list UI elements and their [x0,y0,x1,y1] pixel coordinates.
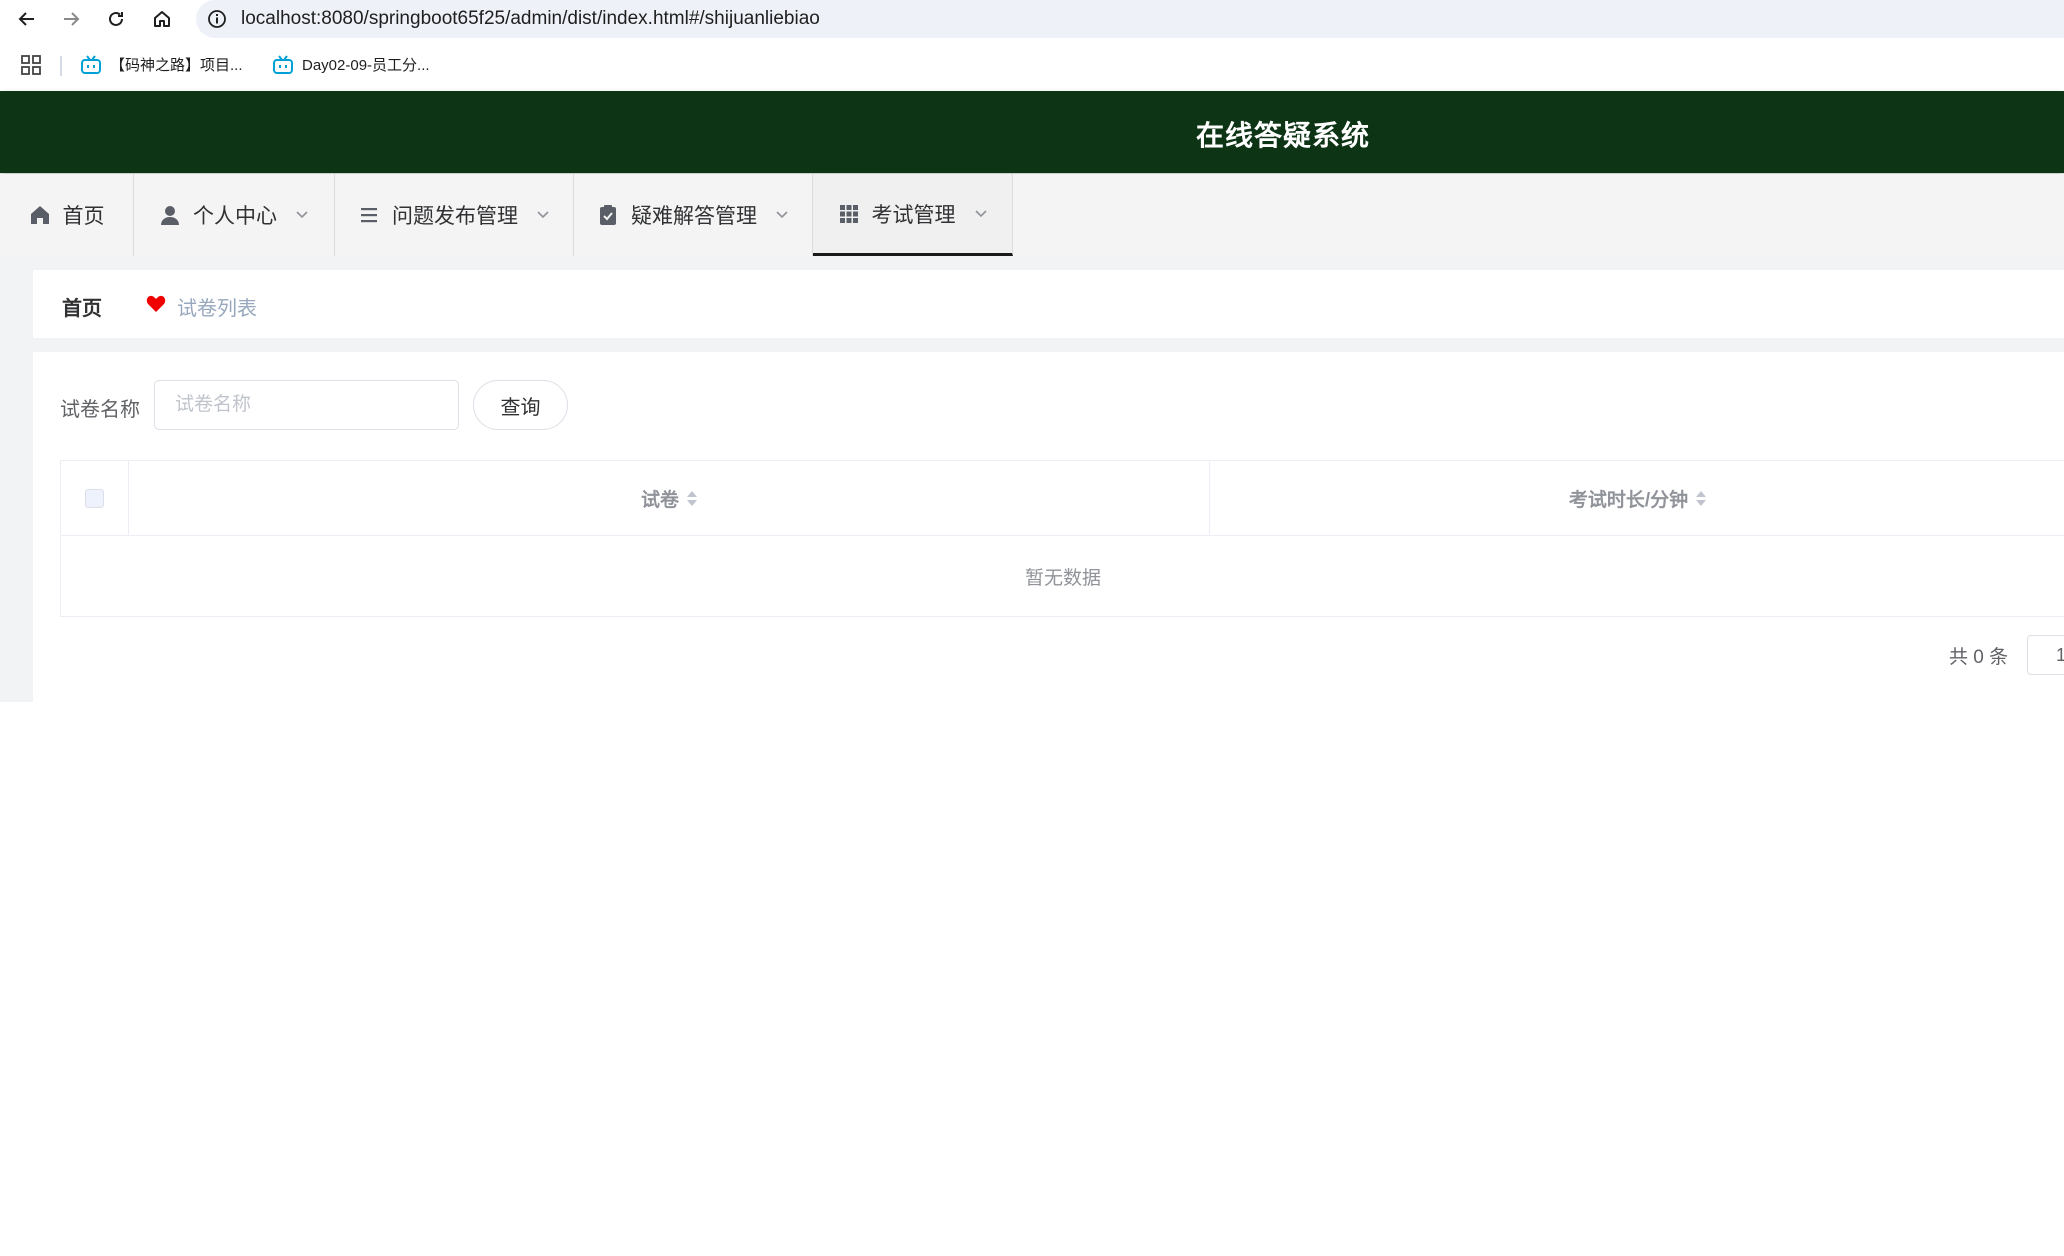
url-text[interactable]: localhost:8080/springboot65f25/admin/dis… [241,8,820,30]
table-empty-text: 暂无数据 [1024,567,1101,589]
select-all-checkbox[interactable] [85,489,104,508]
chevron-down-icon [974,209,987,217]
breadcrumb-current: 试卷列表 [177,298,257,320]
bilibili-icon [273,54,293,74]
exam-table: 试卷 考试时长/分钟 暂无数据 [60,460,2064,617]
chevron-down-icon [537,211,549,219]
grid-icon [839,204,858,223]
heart-icon [146,295,166,318]
column-header-label: 试卷 [640,490,679,511]
menu-item-personal-center[interactable]: 个人中心 [134,174,335,256]
column-header-duration[interactable]: 考试时长/分钟 [1210,461,2064,536]
menu-item-label: 个人中心 [193,205,277,228]
reload-icon [109,11,123,26]
apps-button[interactable] [20,54,42,81]
pagination-total: 共 0 条 [1949,647,2009,668]
arrow-right-icon [64,12,80,26]
pagination-page-input[interactable]: 1 [2027,635,2064,675]
exam-list-panel: 试卷名称 查询 试卷 考试时长/分钟 暂无数据 [33,352,2064,702]
menu-item-home[interactable]: 首页 [0,174,134,256]
select-all-cell [61,461,129,536]
exam-name-search-input[interactable] [154,380,459,430]
menu-item-label: 考试管理 [871,203,956,227]
chevron-down-icon [296,211,308,219]
reload-button[interactable] [101,4,131,34]
bookmarks-divider [60,56,62,76]
clipboard-check-icon [600,205,616,225]
home-icon [154,11,170,27]
menu-item-label: 问题发布管理 [392,205,518,228]
column-header-exam[interactable]: 试卷 [129,461,1210,536]
sort-icon[interactable] [1696,491,1707,506]
menu-item-label: 首页 [62,205,105,228]
bookmark-item[interactable]: 【码神之路】项目... [80,54,243,75]
apps-grid-icon [21,55,41,75]
app-header: 在线答疑系统 [0,91,2064,173]
site-info-button[interactable] [203,5,231,33]
home-button[interactable] [147,4,177,34]
menu-item-question-publish[interactable]: 问题发布管理 [335,174,574,256]
home-icon [30,206,49,224]
bilibili-icon [81,54,101,74]
user-icon [161,206,179,225]
arrow-left-icon [18,12,34,26]
column-header-label: 考试时长/分钟 [1568,490,1689,511]
menu-item-label: 疑难解答管理 [631,205,757,228]
breadcrumb: 首页 试卷列表 [33,270,2064,338]
back-button[interactable] [12,4,42,34]
table-header: 试卷 考试时长/分钟 [61,461,2064,536]
chevron-down-icon [776,211,788,219]
search-button[interactable]: 查询 [473,380,568,430]
menu-item-exam-management[interactable]: 考试管理 [813,174,1013,256]
sort-icon[interactable] [687,491,697,506]
search-label: 试卷名称 [60,399,140,421]
browser-toolbar: localhost:8080/springboot65f25/admin/dis… [0,0,2064,38]
forward-button[interactable] [56,4,86,34]
bookmarks-bar: 【码神之路】项目... Day02-09-员工分... [0,48,2064,84]
bookmark-item[interactable]: Day02-09-员工分... [272,54,430,75]
list-icon [361,208,377,223]
top-menu: 首页 个人中心 问题发布管理 疑难解答管理 考试管理 [0,174,2064,256]
breadcrumb-home[interactable]: 首页 [62,292,102,321]
bookmark-label: 【码神之路】项目... [110,57,243,74]
app-title: 在线答疑系统 [1196,120,1371,151]
bookmark-label: Day02-09-员工分... [302,57,430,74]
menu-item-answer-management[interactable]: 疑难解答管理 [574,174,813,256]
info-icon [208,10,226,28]
